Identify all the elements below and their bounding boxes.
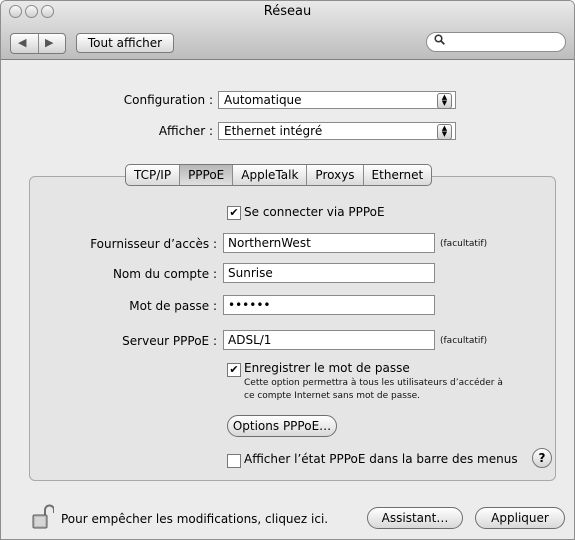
provider-input[interactable]: NorthernWest [223, 233, 435, 253]
search-field[interactable] [426, 32, 566, 52]
window-title: Réseau [263, 4, 312, 19]
popup-arrows-icon: ▲ ▼ [437, 124, 452, 140]
configuration-value: Automatique [224, 93, 302, 107]
apply-button[interactable]: Appliquer [475, 507, 565, 529]
provider-optional-note: (facultatif) [440, 239, 488, 249]
pppoe-options-button[interactable]: Options PPPoE… [227, 415, 337, 437]
popup-arrows-icon: ▲ ▼ [437, 93, 452, 109]
network-preferences-window: Réseau ◀ ▶ Tout afficher Configuration :… [0, 0, 575, 540]
lock-message[interactable]: Pour empêcher les modifications, cliquez… [61, 512, 328, 526]
server-input[interactable]: ADSL/1 [223, 330, 435, 350]
back-arrow-icon[interactable]: ◀ [18, 36, 26, 49]
save-password-description-line2: ce compte Internet sans mot de passe. [244, 391, 421, 401]
account-input[interactable]: Sunrise [223, 263, 435, 283]
afficher-popup[interactable]: Ethernet intégré ▲ ▼ [218, 122, 456, 140]
password-input[interactable]: •••••• [223, 295, 435, 315]
show-all-button[interactable]: Tout afficher [76, 33, 174, 53]
configuration-label: Configuration : [123, 93, 213, 107]
show-pppoe-status-checkbox[interactable] [227, 454, 241, 468]
tab-proxys[interactable]: Proxys [307, 165, 364, 185]
tab-pppoe[interactable]: PPPoE [180, 165, 234, 185]
provider-label: Fournisseur d’accès : [90, 237, 217, 251]
tab-appletalk[interactable]: AppleTalk [233, 165, 308, 185]
show-pppoe-status-label: Afficher l’état PPPoE dans la barre des … [244, 452, 518, 466]
tab-ethernet[interactable]: Ethernet [364, 165, 432, 185]
forward-arrow-icon[interactable]: ▶ [45, 36, 53, 49]
help-button[interactable]: ? [532, 448, 552, 468]
tab-bar: TCP/IP PPPoE AppleTalk Proxys Ethernet [125, 164, 433, 186]
back-forward-control[interactable]: ◀ ▶ [10, 33, 66, 54]
save-password-label: Enregistrer le mot de passe [244, 361, 410, 375]
tab-tcpip[interactable]: TCP/IP [126, 165, 181, 185]
save-password-checkbox[interactable]: ✔ [227, 363, 241, 377]
assistant-button[interactable]: Assistant… [367, 507, 463, 529]
password-label: Mot de passe : [129, 299, 217, 313]
server-label: Serveur PPPoE : [122, 334, 217, 348]
connect-pppoe-label: Se connecter via PPPoE [244, 205, 385, 219]
title-bar: Réseau ◀ ▶ Tout afficher [1, 1, 574, 60]
magnifier-icon [434, 34, 445, 48]
connect-pppoe-checkbox[interactable]: ✔ [227, 206, 241, 220]
afficher-value: Ethernet intégré [224, 124, 323, 138]
afficher-label: Afficher : [158, 124, 213, 138]
configuration-popup[interactable]: Automatique ▲ ▼ [218, 91, 456, 109]
save-password-description-line1: Cette option permettra à tous les utilis… [244, 378, 503, 388]
account-label: Nom du compte : [112, 267, 217, 281]
lock-icon[interactable] [32, 504, 55, 533]
server-optional-note: (facultatif) [440, 336, 488, 346]
